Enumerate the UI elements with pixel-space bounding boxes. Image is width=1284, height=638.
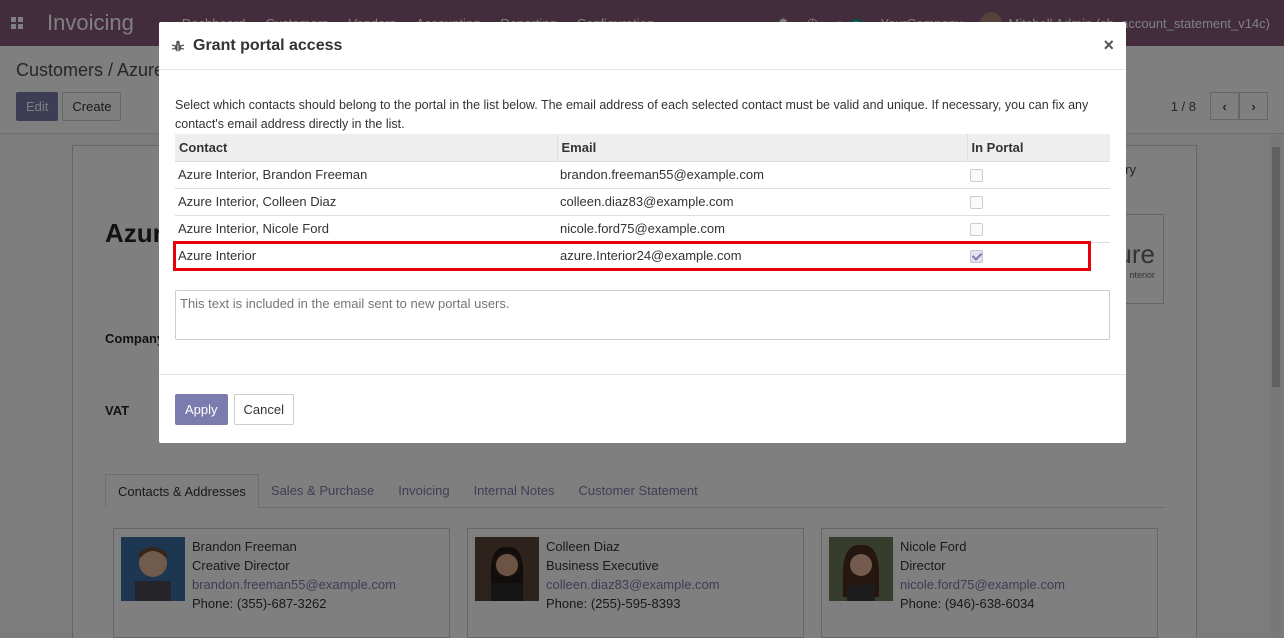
column-header-in-portal[interactable]: In Portal bbox=[966, 134, 1110, 161]
in-portal-checkbox[interactable] bbox=[970, 196, 983, 210]
row-in-portal bbox=[967, 160, 1110, 188]
row-contact[interactable]: Azure Interior, Colleen Diaz bbox=[175, 187, 557, 215]
row-email[interactable]: colleen.diaz83@example.com bbox=[557, 187, 967, 215]
table-row[interactable]: Azure Interior azure.Interior24@example.… bbox=[175, 241, 1110, 269]
row-contact[interactable]: Azure Interior, Brandon Freeman bbox=[175, 160, 557, 188]
row-in-portal bbox=[967, 187, 1110, 215]
in-portal-checkbox[interactable] bbox=[970, 169, 983, 183]
dialog-title: Grant portal access bbox=[193, 36, 343, 54]
portal-contacts-table: Contact Email In Portal Azure Interior, … bbox=[175, 134, 1110, 269]
row-contact[interactable]: Azure Interior, Nicole Ford bbox=[175, 214, 557, 242]
column-header-email[interactable]: Email bbox=[556, 134, 967, 161]
row-in-portal bbox=[967, 241, 1110, 269]
dialog-intro-text: Select which contacts should belong to t… bbox=[175, 98, 1089, 131]
table-row[interactable]: Azure Interior, Nicole Ford nicole.ford7… bbox=[175, 214, 1110, 242]
table-row[interactable]: Azure Interior, Colleen Diaz colleen.dia… bbox=[175, 187, 1110, 215]
close-icon[interactable]: × bbox=[1103, 35, 1114, 56]
in-portal-checkbox-checked[interactable] bbox=[970, 250, 983, 264]
column-header-contact[interactable]: Contact bbox=[175, 134, 557, 161]
cancel-button[interactable]: Cancel bbox=[233, 393, 294, 425]
row-email[interactable]: brandon.freeman55@example.com bbox=[557, 160, 967, 188]
bug-icon bbox=[171, 40, 185, 51]
row-email[interactable]: nicole.ford75@example.com bbox=[557, 214, 967, 242]
grant-portal-access-dialog: Grant portal access × Select which conta… bbox=[159, 22, 1126, 443]
table-row[interactable]: Azure Interior, Brandon Freeman brandon.… bbox=[175, 160, 1110, 188]
row-contact[interactable]: Azure Interior bbox=[175, 241, 557, 269]
apply-button[interactable]: Apply bbox=[175, 393, 228, 425]
dialog-header: Grant portal access × bbox=[159, 22, 1126, 70]
dialog-body: Select which contacts should belong to t… bbox=[175, 96, 1110, 269]
table-header-row: Contact Email In Portal bbox=[175, 134, 1110, 161]
row-email[interactable]: azure.Interior24@example.com bbox=[557, 241, 967, 269]
dialog-footer: Apply Cancel bbox=[159, 374, 1126, 443]
in-portal-checkbox[interactable] bbox=[970, 223, 983, 237]
welcome-message-input[interactable] bbox=[175, 290, 1110, 340]
row-in-portal bbox=[967, 214, 1110, 242]
